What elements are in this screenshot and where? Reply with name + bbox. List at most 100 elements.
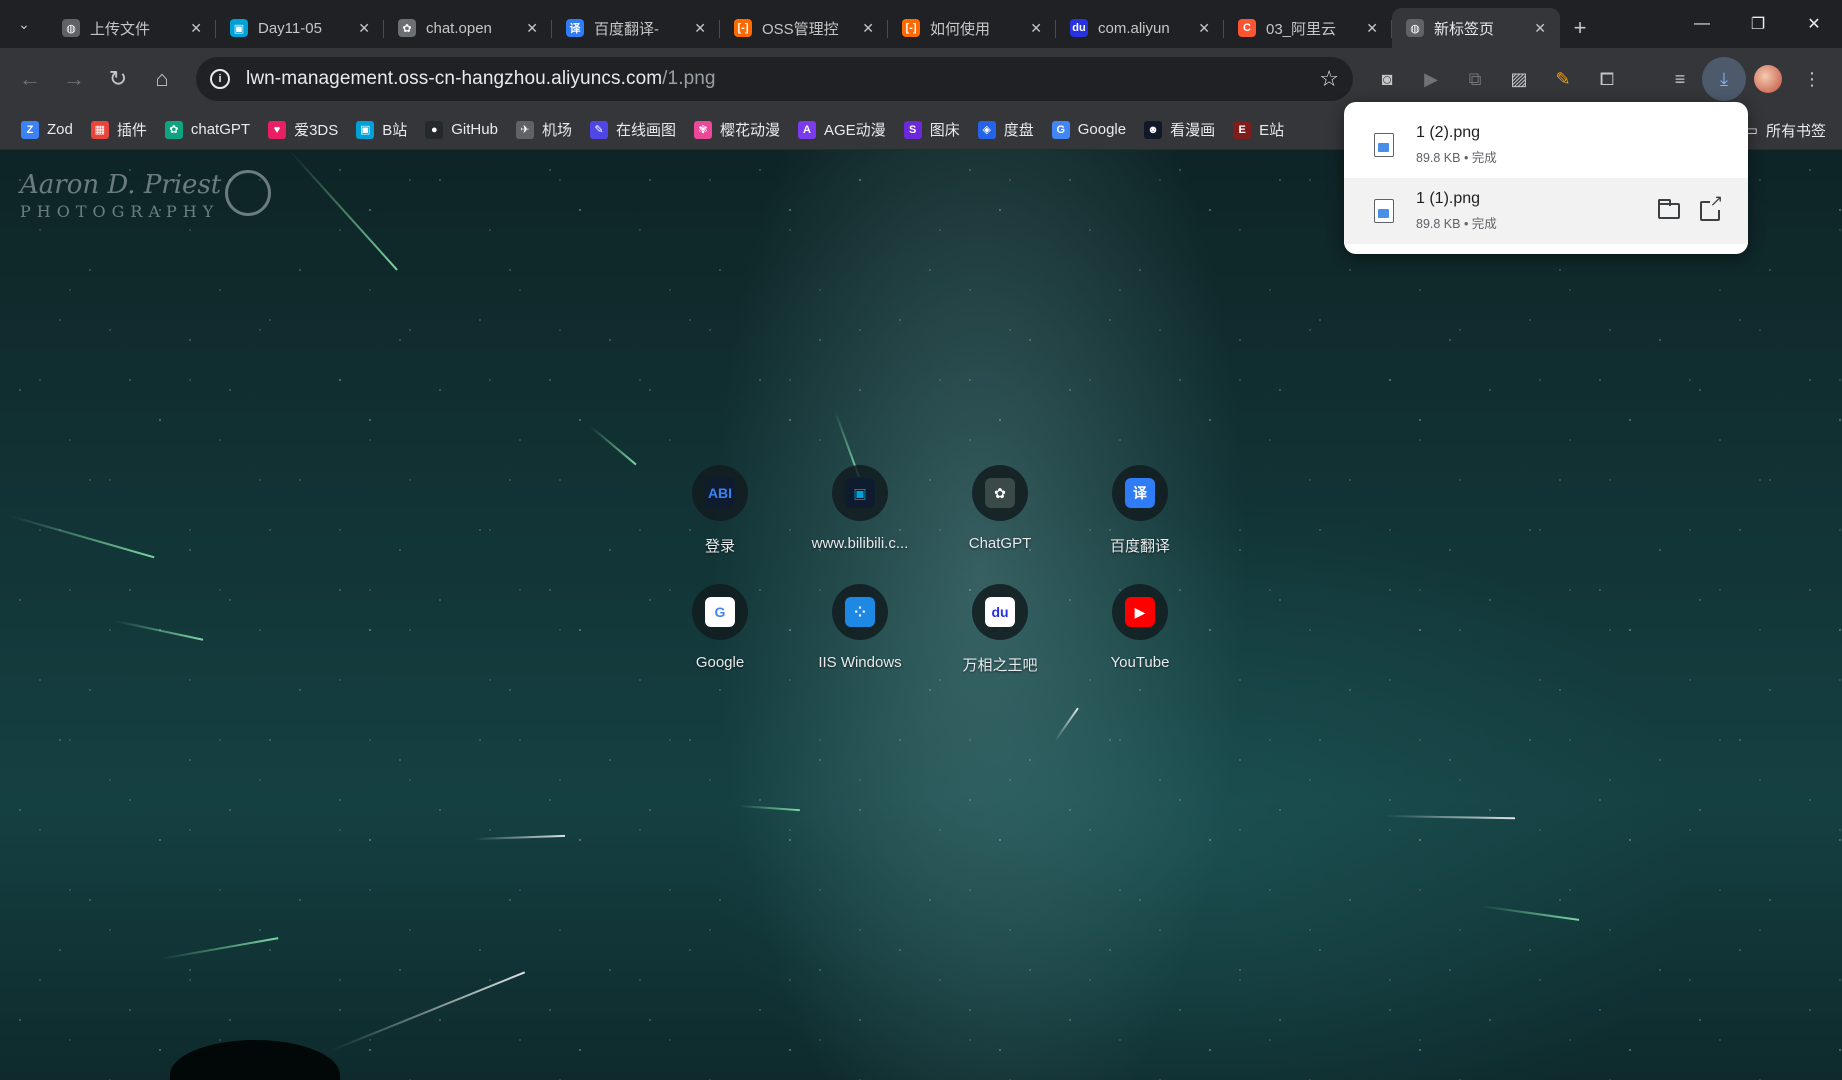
tab-close-icon[interactable]: ✕ bbox=[190, 20, 202, 37]
aliyun-icon: [-] bbox=[902, 19, 920, 37]
forward-button[interactable]: → bbox=[52, 57, 96, 101]
reload-button[interactable]: ↻ bbox=[96, 57, 140, 101]
site-info-icon[interactable]: i bbox=[210, 69, 230, 89]
back-button[interactable]: ← bbox=[8, 57, 52, 101]
bookmark-star-icon[interactable]: ☆ bbox=[1319, 66, 1339, 92]
bookmark-item[interactable]: A AGE动漫 bbox=[789, 114, 895, 146]
google-icon: G bbox=[705, 597, 735, 627]
shortcut-icon-circle: 译 bbox=[1112, 465, 1168, 521]
bookmark-item[interactable]: G Google bbox=[1043, 114, 1135, 146]
url-path: /1.png bbox=[662, 68, 716, 89]
pen-extension-icon[interactable]: ✎ bbox=[1541, 57, 1585, 101]
bookmark-label: 爱3DS bbox=[294, 122, 339, 139]
download-icon[interactable]: ⤓ bbox=[1702, 57, 1746, 101]
open-external-icon[interactable] bbox=[1700, 194, 1723, 221]
url-text: lwn-management.oss-cn-hangzhou.aliyuncs.… bbox=[246, 68, 716, 90]
download-item[interactable]: 1 (1).png 89.8 KB • 完成 bbox=[1344, 178, 1748, 244]
tab[interactable]: C 03_阿里云 ✕ bbox=[1224, 8, 1392, 48]
tab[interactable]: [-] 如何使用 ✕ bbox=[888, 8, 1056, 48]
close-window-button[interactable]: ✕ bbox=[1786, 0, 1842, 48]
shortcut-tile[interactable]: ▶ YouTube bbox=[1070, 584, 1210, 675]
watermark-subtitle: PHOTOGRAPHY bbox=[20, 202, 220, 221]
glasses-extension-icon[interactable]: ◙ bbox=[1365, 57, 1409, 101]
home-button[interactable]: ⌂ bbox=[140, 57, 184, 101]
reload-icon: ↻ bbox=[108, 66, 128, 91]
copy-extension-icon[interactable]: ⧉ bbox=[1453, 57, 1497, 101]
translate-icon: 译 bbox=[566, 19, 584, 37]
tab[interactable]: ▣ Day11-05 ✕ bbox=[216, 8, 384, 48]
bookmark-list: Z Zod ▦ 插件 ✿ chatGPT ♥ 爱3DS ▣ B站 ● GitHub ✈ 机场 ✎ 在线画图 ✾ 樱… bbox=[12, 114, 1293, 146]
bookmark-item[interactable]: E E站 bbox=[1224, 114, 1293, 146]
shortcut-tile[interactable]: ▣ www.bilibili.c... bbox=[790, 465, 930, 556]
shortcut-label: 登录 bbox=[704, 538, 735, 555]
tab-close-icon[interactable]: ✕ bbox=[862, 20, 874, 37]
bookmark-label: 樱花动漫 bbox=[719, 122, 780, 139]
bookmark-favicon-icon: E bbox=[1233, 120, 1252, 139]
tab-close-icon[interactable]: ✕ bbox=[1030, 20, 1042, 37]
download-filename: 1 (1).png bbox=[1416, 190, 1481, 207]
bookmark-label: 看漫画 bbox=[1170, 122, 1216, 139]
bookmark-item[interactable]: S 图床 bbox=[895, 114, 969, 146]
tab-close-icon[interactable]: ✕ bbox=[1198, 20, 1210, 37]
arrow-right-icon: → bbox=[63, 66, 85, 91]
reading-list-icon[interactable]: ≡ bbox=[1658, 57, 1702, 101]
image-extension-icon[interactable]: ▨ bbox=[1497, 57, 1541, 101]
tab-close-icon[interactable]: ✕ bbox=[694, 20, 706, 37]
bookmark-item[interactable]: ✾ 樱花动漫 bbox=[685, 114, 789, 146]
tab[interactable]: ◍ 上传文件 ✕ bbox=[48, 8, 216, 48]
bookmark-item[interactable]: ✿ chatGPT bbox=[156, 114, 259, 146]
bookmark-label: 图床 bbox=[929, 122, 960, 139]
bookmark-item[interactable]: ☻ 看漫画 bbox=[1135, 114, 1224, 146]
bookmark-item[interactable]: ✎ 在线画图 bbox=[581, 114, 685, 146]
bookmark-label: E站 bbox=[1259, 122, 1285, 139]
shortcut-tile[interactable]: 译百度翻译 bbox=[1070, 465, 1210, 556]
shortcut-tile[interactable]: ⁘ IIS Windows bbox=[790, 584, 930, 675]
bookmark-item[interactable]: ● GitHub bbox=[416, 114, 507, 146]
openai-icon: ✿ bbox=[398, 19, 416, 37]
tab[interactable]: du com.aliyun ✕ bbox=[1056, 8, 1224, 48]
bookmark-item[interactable]: ♥ 爱3DS bbox=[259, 114, 347, 146]
download-item[interactable]: 1 (2).png 89.8 KB • 完成 bbox=[1344, 112, 1748, 178]
tab[interactable]: ✿ chat.open ✕ bbox=[384, 8, 552, 48]
tab-title: 新标签页 bbox=[1434, 20, 1495, 38]
bookmark-item[interactable]: ◈ 度盘 bbox=[969, 114, 1043, 146]
puzzle-extensions-icon[interactable]: ⧠ bbox=[1585, 57, 1629, 101]
bookmark-label: GitHub bbox=[451, 121, 498, 138]
shortcut-tile[interactable]: ABI 登录 bbox=[650, 465, 790, 556]
shortcut-tile[interactable]: G Google bbox=[650, 584, 790, 675]
bookmark-item[interactable]: ✈ 机场 bbox=[507, 114, 581, 146]
iis-icon: ⁘ bbox=[845, 597, 875, 627]
play-extension-icon[interactable]: ▶ bbox=[1409, 57, 1453, 101]
bookmark-favicon-icon: S bbox=[903, 120, 922, 139]
address-bar[interactable]: i lwn-management.oss-cn-hangzhou.aliyunc… bbox=[196, 57, 1353, 101]
globe-icon: ◍ bbox=[1406, 19, 1424, 37]
translate-icon: 译 bbox=[1125, 478, 1155, 508]
shortcut-tile[interactable]: ✿ ChatGPT bbox=[930, 465, 1070, 556]
download-info: 1 (1).png 89.8 KB • 完成 bbox=[1416, 190, 1497, 232]
tab[interactable]: [-] OSS管理控 ✕ bbox=[720, 8, 888, 48]
tab[interactable]: ◍ 新标签页 ✕ bbox=[1392, 8, 1560, 48]
bookmark-item[interactable]: ▦ 插件 bbox=[82, 114, 156, 146]
shortcut-tile[interactable]: du 万相之王吧 bbox=[930, 584, 1070, 675]
bookmark-item[interactable]: ▣ B站 bbox=[347, 114, 416, 146]
window-controls: — ❐ ✕ bbox=[1674, 0, 1842, 48]
tab-close-icon[interactable]: ✕ bbox=[1534, 20, 1546, 37]
restore-button[interactable]: ❐ bbox=[1730, 0, 1786, 48]
tab-search-button[interactable]: ⌄ bbox=[0, 0, 48, 48]
minimize-button[interactable]: — bbox=[1674, 0, 1730, 48]
all-bookmarks-button[interactable]: ▭ 所有书签 bbox=[1744, 110, 1826, 150]
show-in-folder-icon[interactable] bbox=[1658, 199, 1680, 219]
bookmark-favicon-icon: ▦ bbox=[90, 120, 109, 139]
bookmark-label: 插件 bbox=[116, 122, 147, 139]
tab-close-icon[interactable]: ✕ bbox=[526, 20, 538, 37]
profile-avatar[interactable] bbox=[1754, 65, 1782, 93]
tab-close-icon[interactable]: ✕ bbox=[1366, 20, 1378, 37]
new-tab-button[interactable]: + bbox=[1560, 8, 1600, 48]
bookmark-favicon-icon: ✈ bbox=[515, 120, 534, 139]
tab-close-icon[interactable]: ✕ bbox=[358, 20, 370, 37]
tab[interactable]: 译百度翻译- ✕ bbox=[552, 8, 720, 48]
menu-kebab-icon[interactable]: ⋮ bbox=[1790, 57, 1834, 101]
bookmark-item[interactable]: Z Zod bbox=[12, 114, 82, 146]
plus-icon: + bbox=[1573, 15, 1587, 40]
download-info: 1 (2).png 89.8 KB • 完成 bbox=[1416, 124, 1497, 166]
